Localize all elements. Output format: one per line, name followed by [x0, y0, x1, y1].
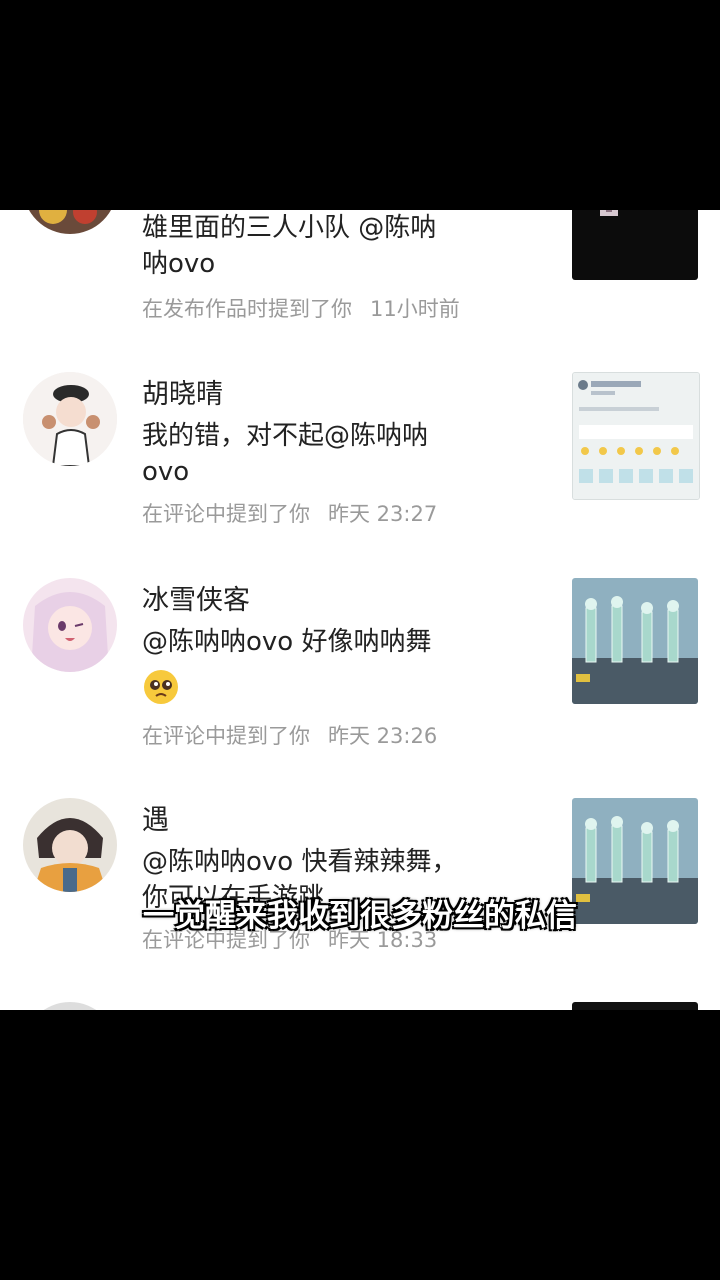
mention-type: 在评论中提到了你 — [142, 724, 310, 748]
comment-line: 雄里面的三人小队 @陈呐 — [142, 213, 437, 243]
timestamp: 昨天 23:27 — [328, 502, 438, 526]
video-thumbnail[interactable] — [572, 210, 698, 280]
comment-text: 雄里面的三人小队 @陈呐 呐ovo — [142, 210, 542, 282]
list-item[interactable]: 雄里面的三人小队 @陈呐 呐ovo 在发布作品时提到了你 11小时前 — [0, 210, 720, 350]
timestamp: 11小时前 — [370, 297, 460, 321]
mention-meta: 在评论中提到了你 昨天 23:27 — [142, 498, 437, 528]
mention-type: 在评论中提到了你 — [142, 502, 310, 526]
avatar[interactable] — [23, 210, 117, 234]
video-thumbnail[interactable] — [572, 1002, 698, 1010]
mention-meta: 在评论中提到了你 昨天 23:26 — [142, 720, 437, 750]
list-item[interactable]: 胡晓晴 我的错，对不起@陈呐呐 ovo 在评论中提到了你 昨天 23:27 — [0, 372, 720, 572]
video-subtitle: 一觉醒来我收到很多粉丝的私信 — [143, 898, 577, 934]
avatar[interactable] — [23, 578, 117, 672]
list-item[interactable]: 冰雪侠客 @陈呐呐ovo 好像呐呐舞 在评论中提到了你 昨天 23:26 — [0, 578, 720, 798]
comment-line: ovo — [142, 457, 190, 487]
comment-line: @陈呐呐ovo 快看辣辣舞， — [142, 847, 458, 877]
mention-meta: 在发布作品时提到了你 11小时前 — [142, 293, 460, 323]
comment-line: 我的错，对不起@陈呐呐 — [142, 421, 429, 451]
comment-line: @陈呐呐ovo 好像呐呐舞 — [142, 627, 432, 657]
video-thumbnail[interactable] — [572, 578, 698, 704]
timestamp: 昨天 23:26 — [328, 724, 438, 748]
avatar[interactable] — [23, 1002, 117, 1010]
username[interactable]: 冰雪侠客 — [142, 578, 250, 617]
pleading-face-icon — [142, 668, 180, 706]
avatar[interactable] — [23, 798, 117, 892]
avatar[interactable] — [23, 372, 117, 466]
video-thumbnail[interactable] — [572, 372, 700, 500]
comment-text: @陈呐呐ovo 好像呐呐舞 — [142, 624, 542, 660]
mention-type: 在发布作品时提到了你 — [142, 297, 352, 321]
comment-text: 我的错，对不起@陈呐呐 ovo — [142, 418, 542, 490]
comment-line: 呐ovo — [142, 249, 216, 279]
list-item[interactable] — [0, 1002, 720, 1010]
username[interactable]: 遇 — [142, 798, 169, 837]
username[interactable]: 胡晓晴 — [142, 372, 223, 411]
